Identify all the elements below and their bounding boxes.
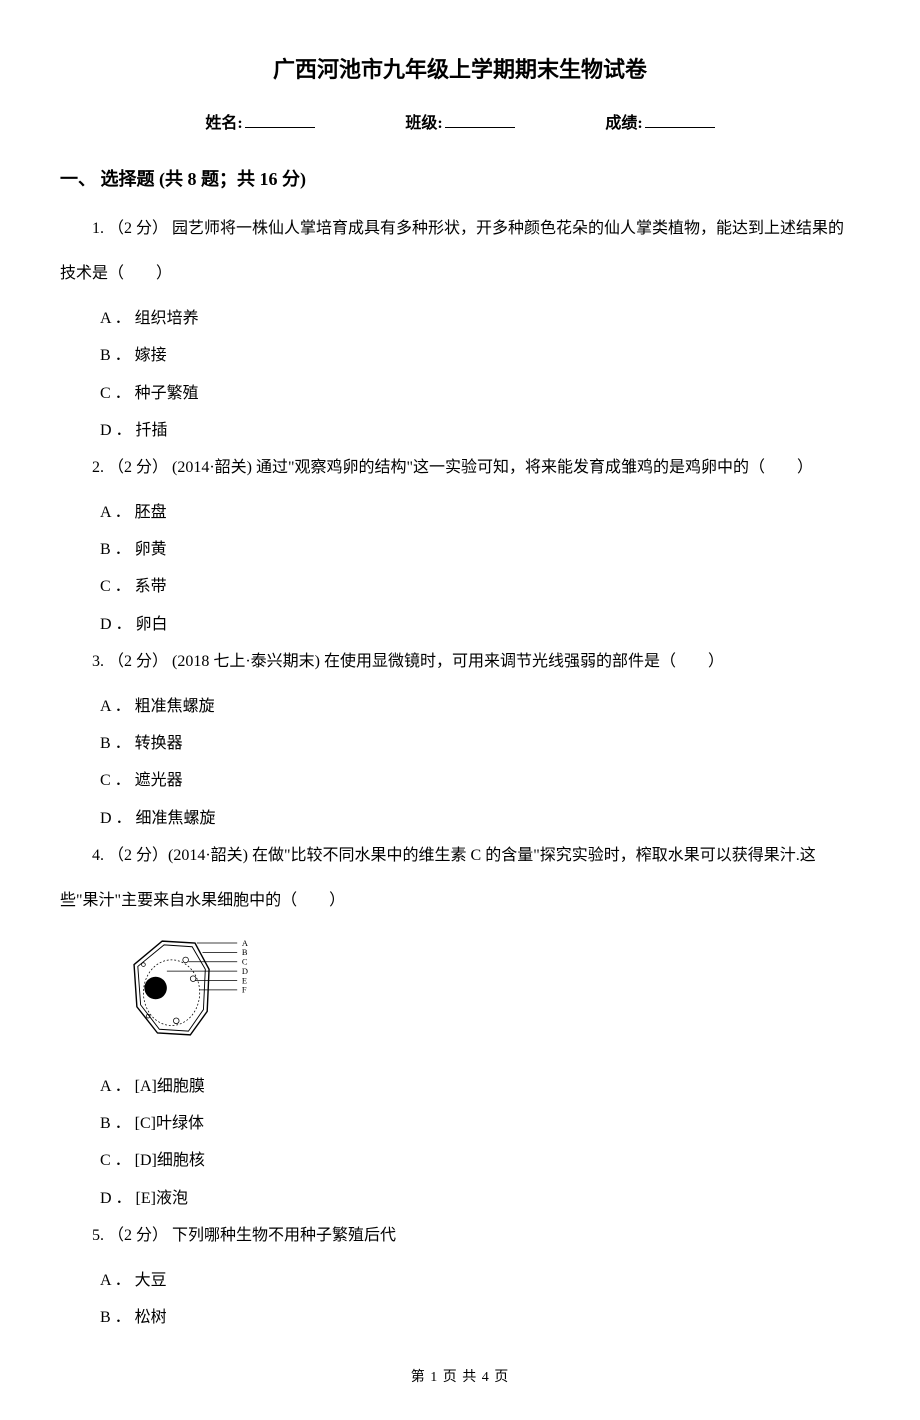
cell-diagram-svg: A B C D E F xyxy=(120,928,270,1048)
q2-option-b: B ． 卵黄 xyxy=(60,532,860,567)
q1-option-b: B ． 嫁接 xyxy=(60,338,860,373)
q1-stem-line2: 技术是（ ） xyxy=(60,256,860,291)
page-title: 广西河池市九年级上学期期末生物试卷 xyxy=(60,50,860,90)
q2-option-d: D ． 卵白 xyxy=(60,607,860,642)
q5-stem: 5. （2 分） 下列哪种生物不用种子繁殖后代 xyxy=(60,1218,860,1253)
chloroplast-3 xyxy=(173,1018,179,1024)
q5-option-b: B ． 松树 xyxy=(60,1300,860,1335)
q4-option-c: C ． [D]细胞核 xyxy=(60,1143,860,1178)
name-blank[interactable] xyxy=(245,127,315,128)
q2-stem: 2. （2 分） (2014·韶关) 通过"观察鸡卵的结构"这一实验可知，将来能… xyxy=(60,450,860,485)
q2-option-a: A ． 胚盘 xyxy=(60,495,860,530)
q2-option-c: C ． 系带 xyxy=(60,569,860,604)
label-f: F xyxy=(242,985,247,995)
organelle-2 xyxy=(142,963,146,967)
q3-option-b: B ． 转换器 xyxy=(60,726,860,761)
q4-option-b: B ． [C]叶绿体 xyxy=(60,1106,860,1141)
class-field: 班级: xyxy=(405,110,514,139)
name-field: 姓名: xyxy=(205,110,314,139)
cell-diagram: A B C D E F xyxy=(120,928,860,1059)
q4-stem-line1: 4. （2 分）(2014·韶关) 在做"比较不同水果中的维生素 C 的含量"探… xyxy=(60,838,860,873)
header-fields: 姓名: 班级: 成绩: xyxy=(60,110,860,139)
q1-stem-line1: 1. （2 分） 园艺师将一株仙人掌培育成具有多种形状，开多种颜色花朵的仙人掌类… xyxy=(60,211,860,246)
q3-option-a: A ． 粗准焦螺旋 xyxy=(60,689,860,724)
q3-option-c: C ． 遮光器 xyxy=(60,763,860,798)
q1-option-a: A ． 组织培养 xyxy=(60,301,860,336)
page-footer: 第 1 页 共 4 页 xyxy=(60,1365,860,1390)
q3-option-d: D ． 细准焦螺旋 xyxy=(60,801,860,836)
chloroplast-1 xyxy=(183,957,189,963)
score-field: 成绩: xyxy=(605,110,714,139)
q5-option-a: A ． 大豆 xyxy=(60,1263,860,1298)
name-label: 姓名: xyxy=(205,115,242,132)
q1-option-c: C ． 种子繁殖 xyxy=(60,376,860,411)
q4-stem-line2: 些"果汁"主要来自水果细胞中的（ ） xyxy=(60,883,860,918)
score-label: 成绩: xyxy=(605,115,642,132)
q3-stem: 3. （2 分） (2018 七上·泰兴期末) 在使用显微镜时，可用来调节光线强… xyxy=(60,644,860,679)
section-1-title: 一、 选择题 (共 8 题；共 16 分) xyxy=(60,163,860,195)
class-label: 班级: xyxy=(405,115,442,132)
score-blank[interactable] xyxy=(645,127,715,128)
q4-option-d: D ． [E]液泡 xyxy=(60,1181,860,1216)
nucleus-shape xyxy=(144,977,167,1000)
class-blank[interactable] xyxy=(445,127,515,128)
q1-option-d: D ． 扦插 xyxy=(60,413,860,448)
q4-option-a: A ． [A]细胞膜 xyxy=(60,1069,860,1104)
